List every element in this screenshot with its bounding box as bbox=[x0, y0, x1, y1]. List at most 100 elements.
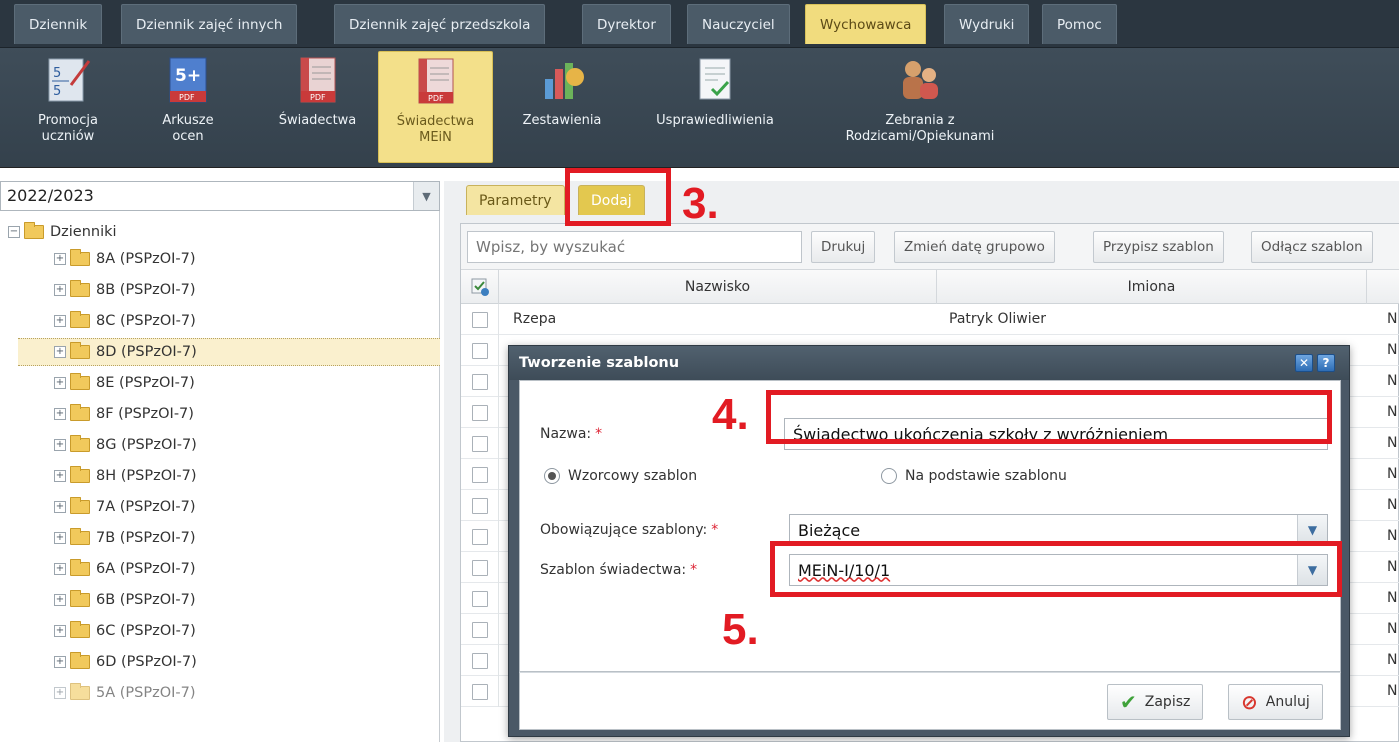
toolbar-usprawiedliwienia[interactable]: Usprawiedliwienia bbox=[640, 51, 790, 163]
tree-item[interactable]: +6A (PSPzOI-7) bbox=[0, 555, 440, 583]
save-button[interactable]: ✔ Zapisz bbox=[1107, 684, 1204, 720]
row-checkbox[interactable] bbox=[471, 528, 488, 545]
row-checkbox[interactable] bbox=[471, 559, 488, 576]
annotation-number-3: 3. bbox=[682, 179, 719, 228]
menu-dziennik-zajec-innych[interactable]: Dziennik zajęć innych bbox=[121, 4, 298, 44]
column-header-nazwisko[interactable]: Nazwisko bbox=[499, 270, 937, 304]
row-checkbox-cell bbox=[461, 366, 499, 397]
row-checkbox[interactable] bbox=[471, 683, 488, 700]
row-checkbox[interactable] bbox=[471, 373, 488, 390]
toolbar-swiadectwa-mein[interactable]: PDF Świadectwa MEiN bbox=[378, 51, 493, 163]
tree-item[interactable]: +7A (PSPzOI-7) bbox=[0, 493, 440, 521]
row-checkbox[interactable] bbox=[471, 590, 488, 607]
tree-item[interactable]: +8A (PSPzOI-7) bbox=[0, 245, 440, 273]
expand-icon[interactable]: + bbox=[54, 625, 66, 637]
tree-item[interactable]: +8G (PSPzOI-7) bbox=[0, 431, 440, 459]
help-icon[interactable]: ? bbox=[1317, 354, 1335, 372]
folder-icon bbox=[70, 311, 90, 328]
expand-icon[interactable]: + bbox=[54, 253, 66, 265]
expand-icon[interactable]: + bbox=[54, 377, 66, 389]
cert-template-select[interactable]: MEiN-I/10/1 ▼ bbox=[789, 554, 1328, 586]
toolbar-arkusze-ocen[interactable]: 5+ PDF Arkusze ocen bbox=[138, 51, 238, 163]
tab-parametry[interactable]: Parametry bbox=[466, 185, 565, 215]
detach-template-button[interactable]: Odłącz szablon bbox=[1251, 231, 1373, 263]
toolbar-promocja-uczniow[interactable]: 55 Promocja uczniów bbox=[18, 51, 118, 163]
main-menu-bar: Dziennik Dziennik zajęć innych Dziennik … bbox=[0, 0, 1399, 48]
search-input[interactable] bbox=[467, 231, 802, 263]
tree-item[interactable]: +6D (PSPzOI-7) bbox=[0, 648, 440, 676]
row-checkbox[interactable] bbox=[471, 404, 488, 421]
tree-item[interactable]: +8B (PSPzOI-7) bbox=[0, 276, 440, 304]
name-input[interactable]: Świadectwo ukończenia szkoły z wyróżnien… bbox=[784, 418, 1328, 450]
tree-item-label: 8C (PSPzOI-7) bbox=[96, 313, 196, 329]
toolbar-swiadectwa[interactable]: PDF Świadectwa bbox=[265, 51, 370, 163]
tree-root[interactable]: − Dzienniki bbox=[8, 218, 117, 246]
tree-item[interactable]: +6C (PSPzOI-7) bbox=[0, 617, 440, 645]
column-header-imiona[interactable]: Imiona bbox=[937, 270, 1367, 304]
row-checkbox[interactable] bbox=[471, 466, 488, 483]
menu-wychowawca[interactable]: Wychowawca bbox=[805, 4, 927, 44]
tree-item[interactable]: +5A (PSPzOI-7) bbox=[0, 679, 440, 707]
school-year-select[interactable]: 2022/2023 ▼ bbox=[0, 181, 440, 211]
toolbar-zebrania[interactable]: Zebrania z Rodzicami/Opiekunami bbox=[820, 51, 1020, 163]
row-checkbox[interactable] bbox=[471, 435, 488, 452]
tree-item[interactable]: +8E (PSPzOI-7) bbox=[0, 369, 440, 397]
print-button[interactable]: Drukuj bbox=[811, 231, 876, 263]
toolbar-label: Arkusze ocen bbox=[162, 113, 214, 144]
folder-icon bbox=[70, 404, 90, 421]
close-icon[interactable]: ✕ bbox=[1295, 354, 1313, 372]
expand-icon[interactable]: + bbox=[54, 563, 66, 575]
row-checkbox[interactable] bbox=[471, 342, 488, 359]
collapse-icon[interactable]: − bbox=[8, 226, 20, 238]
menu-dyrektor[interactable]: Dyrektor bbox=[582, 4, 671, 44]
tree-item[interactable]: +7B (PSPzOI-7) bbox=[0, 524, 440, 552]
tree-item-selected[interactable]: +8D (PSPzOI-7) bbox=[18, 338, 440, 366]
folder-icon bbox=[70, 466, 90, 483]
menu-pomoc[interactable]: Pomoc bbox=[1042, 4, 1117, 44]
tree-item[interactable]: +8H (PSPzOI-7) bbox=[0, 462, 440, 490]
cert-label-text: Szablon świadectwa: bbox=[540, 562, 687, 578]
row-checkbox[interactable] bbox=[471, 652, 488, 669]
toolbar-zestawienia[interactable]: Zestawienia bbox=[508, 51, 616, 163]
app-window: Dziennik Dziennik zajęć innych Dziennik … bbox=[0, 0, 1399, 742]
chevron-down-icon[interactable]: ▼ bbox=[1297, 555, 1327, 585]
menu-wydruki[interactable]: Wydruki bbox=[944, 4, 1030, 44]
expand-icon[interactable]: + bbox=[54, 439, 66, 451]
table-row[interactable]: Rzepa Patryk Oliwier N bbox=[461, 304, 1399, 335]
expand-icon[interactable]: + bbox=[54, 501, 66, 513]
select-all-checkbox[interactable] bbox=[461, 270, 499, 304]
menu-nauczyciel[interactable]: Nauczyciel bbox=[687, 4, 790, 44]
tree-item[interactable]: +8C (PSPzOI-7) bbox=[0, 307, 440, 335]
expand-icon[interactable]: + bbox=[54, 315, 66, 327]
expand-icon[interactable]: + bbox=[54, 346, 66, 358]
expand-icon[interactable]: + bbox=[54, 656, 66, 668]
pdf-label: PDF bbox=[179, 93, 195, 102]
change-date-button[interactable]: Zmień datę grupowo bbox=[894, 231, 1055, 263]
expand-icon[interactable]: + bbox=[54, 594, 66, 606]
toolbar: 55 Promocja uczniów 5+ PDF Arkusze ocen P… bbox=[0, 48, 1399, 168]
chevron-down-icon[interactable]: ▼ bbox=[413, 182, 439, 210]
expand-icon[interactable]: + bbox=[54, 408, 66, 420]
menu-dziennik-przedszkola[interactable]: Dziennik zajęć przedszkola bbox=[334, 4, 546, 44]
tab-dodaj[interactable]: Dodaj bbox=[578, 185, 645, 215]
check-all-icon bbox=[471, 278, 489, 296]
assign-template-button[interactable]: Przypisz szablon bbox=[1093, 231, 1224, 263]
radio-na-podstawie[interactable]: Na podstawie szablonu bbox=[881, 468, 1067, 484]
folder-icon bbox=[70, 590, 90, 607]
row-checkbox[interactable] bbox=[471, 311, 488, 328]
cancel-button[interactable]: ⊘ Anuluj bbox=[1228, 684, 1323, 720]
expand-icon[interactable]: + bbox=[54, 532, 66, 544]
expand-icon[interactable]: + bbox=[54, 284, 66, 296]
row-checkbox[interactable] bbox=[471, 621, 488, 638]
menu-dziennik[interactable]: Dziennik bbox=[14, 4, 103, 44]
chevron-down-icon[interactable]: ▼ bbox=[1297, 515, 1327, 545]
tree-item[interactable]: +8F (PSPzOI-7) bbox=[0, 400, 440, 428]
toolbar-label: Świadectwa MEiN bbox=[396, 114, 475, 145]
row-checkbox[interactable] bbox=[471, 497, 488, 514]
radio-wzorcowy[interactable]: Wzorcowy szablon bbox=[544, 468, 697, 484]
tree-item[interactable]: +6B (PSPzOI-7) bbox=[0, 586, 440, 614]
tree-item-label: 8E (PSPzOI-7) bbox=[96, 375, 195, 391]
templates-select[interactable]: Bieżące ▼ bbox=[789, 514, 1328, 546]
expand-icon[interactable]: + bbox=[54, 470, 66, 482]
expand-icon[interactable]: + bbox=[54, 687, 66, 699]
